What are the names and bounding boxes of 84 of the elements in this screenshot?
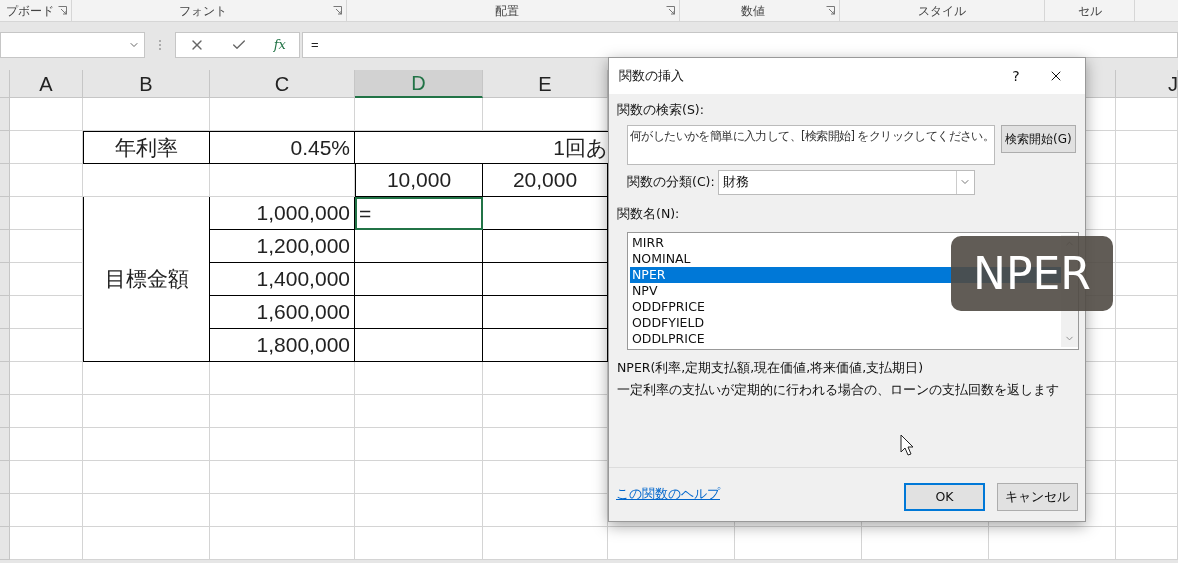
column-header[interactable]: D — [355, 70, 483, 98]
function-list-item[interactable]: ODDFYIELD — [630, 314, 1061, 331]
row-header[interactable] — [0, 329, 10, 362]
ribbon-group-label: 配置 — [493, 2, 520, 20]
ok-button[interactable]: OK — [904, 483, 985, 511]
row-header[interactable] — [0, 395, 10, 428]
functions-label: 関数名(N): — [617, 205, 680, 221]
category-select[interactable]: 財務 — [717, 169, 975, 195]
row-header[interactable] — [0, 197, 10, 230]
column-label: C — [274, 71, 290, 97]
help-button[interactable]: ? — [1001, 65, 1031, 87]
table-cell-text: 年利率 — [115, 134, 178, 161]
grid-cell — [1116, 494, 1178, 527]
select-all-button[interactable] — [0, 70, 10, 98]
grid-cell — [1116, 98, 1178, 131]
table-cell-text: 20,000 — [512, 167, 578, 194]
launcher-icon[interactable] — [826, 6, 835, 15]
grid-cell — [1116, 362, 1178, 395]
caption-tooltip: NPER — [951, 236, 1113, 311]
name-box[interactable] — [0, 32, 145, 58]
grid-cell — [1116, 428, 1178, 461]
grid-cell — [1116, 395, 1178, 428]
mouse-cursor-icon — [900, 434, 914, 456]
row-header[interactable] — [0, 98, 10, 131]
ribbon-group-label: 数値 — [740, 2, 766, 20]
grip-icon — [158, 39, 162, 51]
function-syntax: NPER(利率,定期支払額,現在価値,将来価値,支払期日) — [617, 359, 924, 375]
ribbon-group-label: プボード — [6, 2, 54, 20]
help-link[interactable]: この関数のヘルプ — [616, 485, 720, 504]
search-button[interactable]: 検索開始(G) — [1001, 124, 1076, 153]
launcher-icon[interactable] — [666, 6, 675, 15]
active-cell[interactable]: = — [359, 197, 372, 230]
row-header[interactable] — [0, 296, 10, 329]
table-cell-text: 1,600,000 — [256, 299, 350, 326]
column-header[interactable]: J — [1116, 70, 1178, 98]
table-cell-text: 目標金額 — [104, 266, 189, 293]
category-label: 関数の分類(C): — [627, 172, 715, 191]
cancel-button[interactable]: キャンセル — [997, 483, 1078, 511]
table-cell-text: 1回あ — [553, 134, 608, 161]
table-cell-text: 1,400,000 — [256, 266, 350, 293]
row-header[interactable] — [0, 428, 10, 461]
table-cell-text: 0.45% — [290, 134, 350, 161]
grid-cell — [1116, 296, 1178, 329]
row-header[interactable] — [0, 230, 10, 263]
dialog-title: 関数の挿入 — [619, 66, 685, 85]
launcher-icon[interactable] — [333, 6, 342, 15]
column-header[interactable]: A — [10, 70, 83, 98]
grid-cell — [1116, 527, 1178, 560]
search-label: 関数の検索(S): — [617, 102, 704, 117]
function-list-item[interactable]: ODDLPRICE — [630, 330, 1061, 347]
grid-cell — [1116, 461, 1178, 494]
row-header[interactable] — [0, 461, 10, 494]
row-header[interactable] — [0, 263, 10, 296]
column-label: J — [1168, 71, 1178, 97]
column-label: A — [39, 71, 53, 97]
table-cell-text: 10,000 — [386, 167, 452, 194]
grid-cell — [1116, 164, 1178, 197]
table-cell-text: 1,000,000 — [256, 200, 350, 227]
insert-function-button[interactable]: fx — [273, 35, 286, 55]
search-field[interactable]: 何がしたいかを簡単に入力して、[検索開始] をクリックしてください。 — [627, 124, 995, 165]
column-header[interactable]: B — [83, 70, 210, 98]
column-label: D — [411, 71, 426, 96]
function-description: 一定利率の支払いが定期的に行われる場合の、ローンの支払回数を返します — [617, 382, 1059, 398]
column-label: B — [139, 71, 153, 97]
grid-cell — [1116, 230, 1178, 263]
column-label: E — [538, 71, 552, 97]
row-header[interactable] — [0, 164, 10, 197]
row-header[interactable] — [0, 131, 10, 164]
ribbon-group-label: スタイル — [917, 2, 967, 20]
ribbon-group-label: セル — [1076, 2, 1103, 20]
row-header[interactable] — [0, 494, 10, 527]
grid-cell — [1116, 197, 1178, 230]
formula-field[interactable]: = — [302, 32, 1178, 58]
grid-cell — [1116, 329, 1178, 362]
grid-cell — [1116, 131, 1178, 164]
column-header[interactable]: C — [210, 70, 355, 98]
column-header[interactable]: E — [483, 70, 608, 98]
grid-cell — [1116, 263, 1178, 296]
table-cell-text: 1,800,000 — [256, 332, 350, 359]
table-cell-text: 1,200,000 — [256, 233, 350, 260]
launcher-icon[interactable] — [58, 6, 67, 15]
row-header[interactable] — [0, 362, 10, 395]
row-header[interactable] — [0, 527, 10, 560]
ribbon-group-label: フォント — [177, 2, 228, 20]
